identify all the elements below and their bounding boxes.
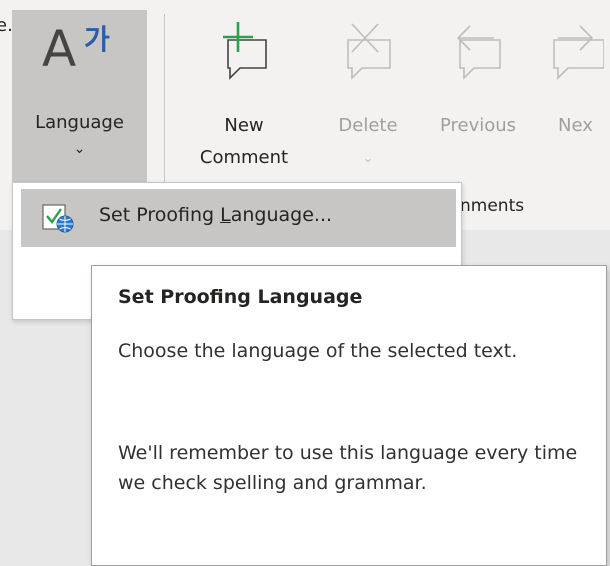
delete-comment-icon: [347, 23, 391, 80]
new-comment-label-line1: New: [224, 115, 264, 136]
stray-text: e.: [0, 15, 13, 36]
menu-item-set-proofing-language[interactable]: Set Proofing Language...: [21, 189, 456, 247]
delete-comment-button[interactable]: Delete ⌄: [316, 10, 420, 182]
new-comment-icon: [223, 22, 267, 80]
tooltip-paragraph-2: We'll remember to use this language ever…: [118, 442, 578, 494]
new-comment-label: New Comment: [184, 110, 304, 174]
next-comment-icon: [553, 25, 604, 80]
previous-comment-label: Previous: [439, 115, 517, 136]
tooltip-title: Set Proofing Language: [118, 286, 363, 308]
tooltip-paragraph-1: Choose the language of the selected text…: [118, 340, 518, 362]
chevron-down-icon: ⌄: [73, 141, 86, 157]
set-proofing-language-icon: [42, 204, 74, 233]
chevron-down-icon: ⌄: [362, 151, 374, 165]
comments-group-label: nments: [460, 196, 525, 216]
menu-label-part2: anguage...: [230, 204, 333, 226]
new-comment-label-line2: Comment: [199, 147, 289, 168]
previous-comment-icon: [456, 25, 501, 80]
new-comment-button[interactable]: New Comment: [184, 10, 304, 182]
next-comment-button[interactable]: Nex: [538, 10, 610, 182]
language-button-label: Language: [35, 112, 124, 133]
language-button[interactable]: A 가 Language ⌄: [12, 10, 147, 182]
delete-comment-label: Delete: [338, 115, 398, 136]
tooltip: Set Proofing Language Choose the languag…: [91, 265, 607, 566]
menu-label-access-key: L: [220, 204, 231, 226]
previous-comment-button[interactable]: Previous: [422, 10, 534, 182]
language-icon: A: [42, 20, 77, 78]
language-icon-hangul: 가: [84, 23, 110, 56]
menu-label-part1: Set Proofing: [99, 204, 221, 226]
next-comment-label: Nex: [558, 115, 593, 136]
menu-item-label: Set Proofing Language...: [99, 204, 332, 226]
